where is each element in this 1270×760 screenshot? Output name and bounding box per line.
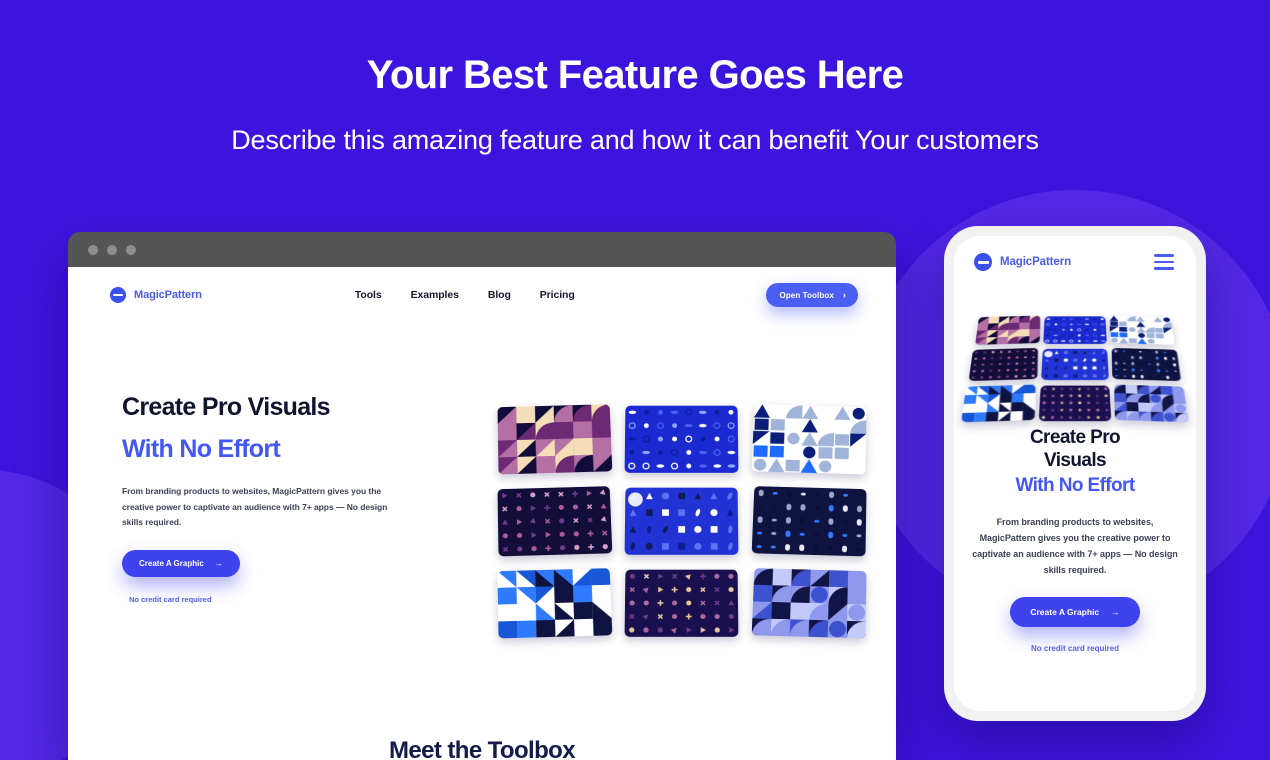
phone-title-line2: Visuals [970,449,1180,472]
maximize-dot[interactable] [126,245,136,255]
phone-create-a-graphic-label: Create A Graphic [1030,607,1099,617]
phone-brand-name: MagicPattern [1000,256,1071,268]
pattern-tile[interactable] [975,316,1040,345]
pattern-tile[interactable] [751,486,866,556]
brand-logo[interactable]: MagicPattern [110,287,202,303]
pattern-tile[interactable] [497,568,612,638]
hero-title-line2: With No Effort [122,437,422,462]
create-a-graphic-button[interactable]: Create A Graphic → [122,550,240,577]
pattern-grid [498,405,866,637]
browser-viewport: MagicPattern Tools Examples Blog Pricing… [68,267,896,760]
page-root: Your Best Feature Goes Here Describe thi… [0,0,1270,760]
chevron-right-icon: › [843,290,846,300]
pattern-tile[interactable] [961,384,1036,422]
headline-block: Your Best Feature Goes Here Describe thi… [0,52,1270,156]
nav-item-blog[interactable]: Blog [488,289,511,301]
site-navbar: MagicPattern Tools Examples Blog Pricing… [68,267,896,323]
phone-mockup: MagicPattern Create Pro Visuals With No … [944,226,1206,721]
pattern-tile[interactable] [751,404,866,474]
browser-title-bar [68,232,896,267]
phone-no-credit-card-note: No credit card required [970,644,1180,653]
phone-viewport: MagicPattern Create Pro Visuals With No … [954,236,1196,711]
pattern-tile[interactable] [1114,384,1189,422]
phone-pattern-grid [961,316,1190,421]
brand-name: MagicPattern [134,289,202,301]
open-toolbox-label: Open Toolbox [780,291,834,300]
no-credit-card-note: No credit card required [129,595,422,604]
phone-description: From branding products to websites, Magi… [970,514,1180,578]
pattern-tile[interactable] [625,488,739,555]
pattern-tile[interactable] [1112,348,1182,381]
phone-create-a-graphic-button[interactable]: Create A Graphic → [1010,597,1139,627]
hero-copy: Create Pro Visuals With No Effort From b… [122,395,422,604]
phone-title-line3: With No Effort [970,474,1180,497]
phone-navbar: MagicPattern [954,236,1196,288]
nav-item-tools[interactable]: Tools [355,289,382,301]
pattern-tile[interactable] [1043,316,1107,344]
phone-title-line1: Create Pro [970,426,1180,449]
nav-item-examples[interactable]: Examples [411,289,459,301]
pattern-tile[interactable] [625,406,739,473]
hero-description: From branding products to websites, Magi… [122,484,394,531]
nav-item-pricing[interactable]: Pricing [540,289,575,301]
minimize-dot[interactable] [107,245,117,255]
pattern-tile[interactable] [751,568,866,638]
page-title: Your Best Feature Goes Here [0,52,1270,99]
create-a-graphic-label: Create A Graphic [139,559,204,568]
magicpattern-logo-icon [110,287,126,303]
pattern-tile[interactable] [1038,386,1111,422]
pattern-tile[interactable] [1110,316,1175,345]
close-dot[interactable] [88,245,98,255]
phone-brand-logo[interactable]: MagicPattern [974,253,1071,271]
pattern-tile[interactable] [1041,349,1110,380]
arrow-right-icon: → [1111,607,1120,617]
nav-links: Tools Examples Blog Pricing [355,289,575,301]
arrow-right-icon: → [215,559,223,568]
meet-the-toolbox-heading: Meet the Toolbox [68,737,896,760]
magicpattern-logo-icon [974,253,992,271]
hero-title-line1: Create Pro Visuals [122,395,422,420]
phone-hero-copy: Create Pro Visuals With No Effort From b… [970,426,1180,653]
pattern-tile[interactable] [497,486,612,556]
open-toolbox-button[interactable]: Open Toolbox › [766,283,859,307]
pattern-tile[interactable] [969,348,1039,381]
hamburger-menu-icon[interactable] [1154,254,1174,270]
page-subtitle: Describe this amazing feature and how it… [0,125,1270,156]
pattern-tile[interactable] [625,570,739,637]
pattern-tile[interactable] [497,404,612,474]
browser-mockup: MagicPattern Tools Examples Blog Pricing… [68,232,896,760]
